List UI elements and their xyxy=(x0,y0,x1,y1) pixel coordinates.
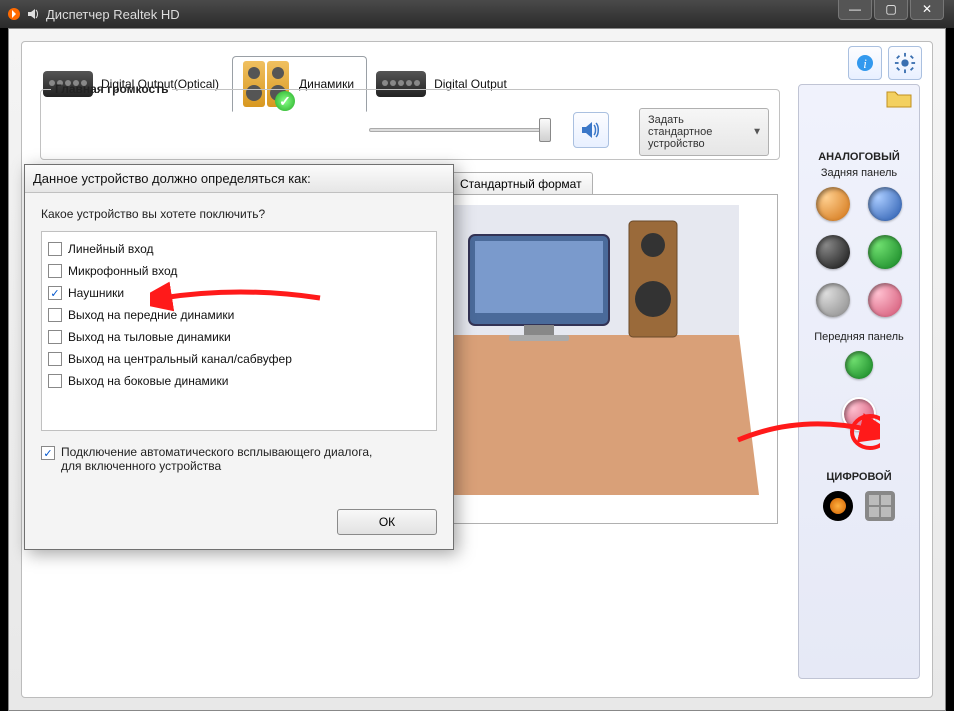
option-line-in[interactable]: Линейный вход xyxy=(48,238,430,260)
auto-popup-label: Подключение автоматического всплывающего… xyxy=(61,445,381,473)
option-rear-speakers[interactable]: Выход на тыловые динамики xyxy=(48,326,430,348)
jack-pink[interactable] xyxy=(868,283,902,317)
titlebar-icon xyxy=(6,6,40,22)
checkbox[interactable] xyxy=(48,308,62,322)
svg-text:i: i xyxy=(863,56,867,71)
jack-spdif-optical[interactable] xyxy=(865,491,895,521)
front-jacks xyxy=(805,351,913,431)
ok-button[interactable]: ОК xyxy=(337,509,437,535)
jack-spdif-coax[interactable] xyxy=(823,491,853,521)
option-label: Линейный вход xyxy=(68,242,154,256)
digital-title: ЦИФРОВОЙ xyxy=(805,471,913,483)
dialog-body: Какое устройство вы хотете поключить? Ли… xyxy=(25,193,453,487)
tab-config-label: Стандартный формат xyxy=(460,177,582,191)
ok-label: ОК xyxy=(379,515,395,529)
front-panel-label: Передняя панель xyxy=(805,331,913,343)
device-detect-dialog: Данное устройство должно определяться ка… xyxy=(24,164,454,550)
analog-title: АНАЛОГОВЫЙ xyxy=(805,151,913,163)
option-mic-in[interactable]: Микрофонный вход xyxy=(48,260,430,282)
option-headphones[interactable]: ✓ Наушники xyxy=(48,282,430,304)
mute-button[interactable] xyxy=(573,112,609,148)
main-volume-group: Главная громкость Задать стандартное уст… xyxy=(40,82,780,160)
checkbox[interactable] xyxy=(48,374,62,388)
checkbox[interactable] xyxy=(48,242,62,256)
dialog-question: Какое устройство вы хотете поключить? xyxy=(41,207,437,221)
jack-orange[interactable] xyxy=(816,187,850,221)
folder-icon[interactable] xyxy=(885,87,913,112)
titlebar: Диспетчер Realtek HD — ▢ ✕ xyxy=(0,0,954,28)
default-button-label: Задать стандартное устройство xyxy=(648,114,712,150)
checkbox[interactable] xyxy=(48,264,62,278)
info-button[interactable]: i xyxy=(848,46,882,80)
tab-standard-format[interactable]: Стандартный формат xyxy=(449,172,593,195)
dialog-title: Данное устройство должно определяться ка… xyxy=(25,165,453,193)
digital-jacks xyxy=(805,491,913,521)
checkbox[interactable] xyxy=(48,352,62,366)
option-label: Выход на тыловые динамики xyxy=(68,330,231,344)
window-title: Диспетчер Realtek HD xyxy=(46,7,180,22)
checkbox-checked[interactable]: ✓ xyxy=(48,286,62,300)
option-label: Выход на передние динамики xyxy=(68,308,234,322)
window-buttons: — ▢ ✕ xyxy=(838,0,944,20)
chevron-down-icon: ▼ xyxy=(752,127,762,138)
option-front-speakers[interactable]: Выход на передние динамики xyxy=(48,304,430,326)
jack-blue[interactable] xyxy=(868,187,902,221)
set-default-device-button[interactable]: Задать стандартное устройство ▼ xyxy=(639,108,769,156)
jack-grey[interactable] xyxy=(816,283,850,317)
close-button[interactable]: ✕ xyxy=(910,0,944,20)
checkbox-checked[interactable]: ✓ xyxy=(41,446,55,460)
dialog-option-list: Линейный вход Микрофонный вход ✓ Наушники… xyxy=(41,231,437,431)
checkbox[interactable] xyxy=(48,330,62,344)
option-side-speakers[interactable]: Выход на боковые динамики xyxy=(48,370,430,392)
maximize-button[interactable]: ▢ xyxy=(874,0,908,20)
jack-green[interactable] xyxy=(868,235,902,269)
jack-front-green[interactable] xyxy=(845,351,873,379)
option-label: Наушники xyxy=(68,286,124,300)
settings-button[interactable] xyxy=(888,46,922,80)
auto-popup-option[interactable]: ✓ Подключение автоматического всплывающе… xyxy=(41,445,437,473)
main-volume-label: Главная громкость xyxy=(51,82,172,96)
minimize-button[interactable]: — xyxy=(838,0,872,20)
jack-black[interactable] xyxy=(816,235,850,269)
option-label: Выход на боковые динамики xyxy=(68,374,228,388)
option-center-sub[interactable]: Выход на центральный канал/сабвуфер xyxy=(48,348,430,370)
jack-front-pink[interactable] xyxy=(842,397,876,431)
option-label: Выход на центральный канал/сабвуфер xyxy=(68,352,292,366)
rear-panel-label: Задняя панель xyxy=(805,167,913,179)
side-panel: АНАЛОГОВЫЙ Задняя панель Передняя панель… xyxy=(798,84,920,679)
volume-slider[interactable] xyxy=(369,118,549,142)
rear-jacks xyxy=(805,187,913,317)
option-label: Микрофонный вход xyxy=(68,264,177,278)
